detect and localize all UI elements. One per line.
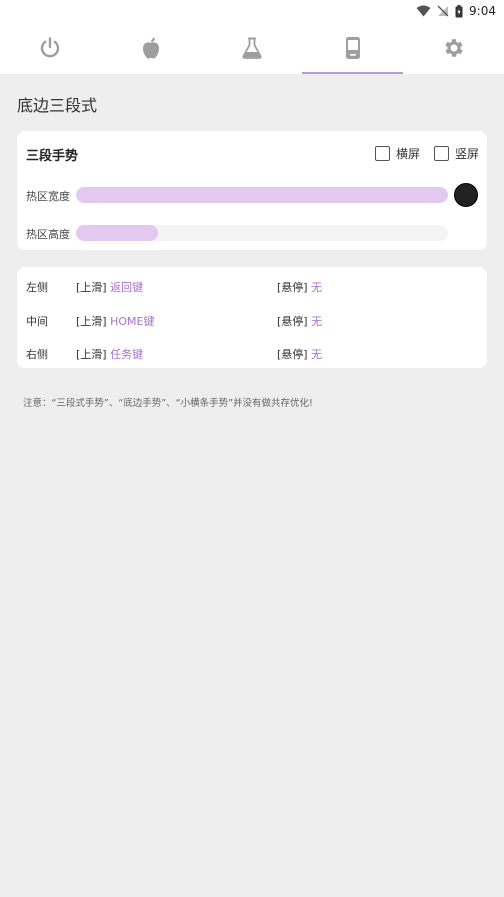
hover-action-value[interactable]: 无 bbox=[311, 348, 322, 361]
coexist-note: 注意：“三段式手势”、“底边手势”、“小横条手势”并没有做共存优化! bbox=[23, 398, 313, 409]
hover-prefix: [悬停] bbox=[277, 281, 308, 294]
swipe-prefix: [上滑] bbox=[76, 315, 107, 328]
tab-settings[interactable] bbox=[403, 22, 504, 74]
action-row-right: 右侧 [上滑] 任务键 [悬停] 无 bbox=[17, 337, 487, 367]
action-position: 中间 bbox=[26, 315, 48, 328]
hover-action[interactable]: [悬停] 无 bbox=[277, 346, 322, 362]
gesture-actions-card: 左侧 [上滑] 返回键 [悬停] 无 中间 [上滑] HOME键 [悬停] 无 … bbox=[17, 267, 487, 368]
portrait-checkbox[interactable]: 竖屏 bbox=[434, 145, 479, 162]
status-bar: 9:04 bbox=[0, 0, 504, 22]
landscape-checkbox-label: 横屏 bbox=[396, 147, 421, 161]
swipe-prefix: [上滑] bbox=[76, 281, 107, 294]
hover-prefix: [悬停] bbox=[277, 348, 308, 361]
gesture-card-title: 三段手势 bbox=[26, 149, 79, 164]
hotzone-width-slider[interactable] bbox=[76, 187, 448, 203]
tab-power[interactable] bbox=[0, 22, 101, 74]
hotzone-width-thumb[interactable] bbox=[454, 183, 478, 207]
action-position: 右侧 bbox=[26, 348, 48, 361]
hover-action-value[interactable]: 无 bbox=[311, 315, 322, 328]
hover-action[interactable]: [悬停] 无 bbox=[277, 313, 322, 329]
action-row-left: 左侧 [上滑] 返回键 [悬停] 无 bbox=[17, 270, 487, 300]
portrait-checkbox-box[interactable] bbox=[434, 146, 449, 161]
swipe-action-value[interactable]: 返回键 bbox=[110, 281, 143, 294]
landscape-checkbox[interactable]: 横屏 bbox=[375, 145, 420, 162]
battery-icon bbox=[455, 4, 463, 17]
swipe-prefix: [上滑] bbox=[76, 348, 107, 361]
hover-prefix: [悬停] bbox=[277, 315, 308, 328]
power-icon bbox=[41, 37, 60, 58]
gear-icon bbox=[444, 39, 463, 57]
apple-icon bbox=[143, 37, 160, 59]
swipe-action-value[interactable]: HOME键 bbox=[110, 315, 154, 328]
tab-gesture[interactable] bbox=[302, 22, 403, 74]
flask-icon bbox=[242, 37, 262, 59]
hover-action-value[interactable]: 无 bbox=[311, 281, 322, 294]
action-row-middle: 中间 [上滑] HOME键 [悬停] 无 bbox=[17, 304, 487, 334]
wifi-icon bbox=[416, 5, 431, 17]
portrait-checkbox-label: 竖屏 bbox=[455, 147, 480, 161]
hotzone-width-label: 热区宽度 bbox=[26, 190, 70, 203]
hotzone-height-label: 热区高度 bbox=[26, 228, 70, 241]
tab-lab[interactable] bbox=[202, 22, 303, 74]
tab-apple[interactable] bbox=[101, 22, 202, 74]
gesture-settings-card: 三段手势 横屏 竖屏 热区宽度 热区高度 bbox=[17, 131, 487, 250]
action-position: 左侧 bbox=[26, 281, 48, 294]
no-signal-icon bbox=[437, 5, 449, 17]
tab-bar bbox=[0, 22, 504, 74]
hotzone-height-slider[interactable] bbox=[76, 225, 448, 241]
section-title: 底边三段式 bbox=[17, 96, 98, 115]
hover-action[interactable]: [悬停] 无 bbox=[277, 279, 322, 295]
hotzone-width-fill bbox=[76, 187, 448, 203]
swipe-action-value[interactable]: 任务键 bbox=[110, 348, 143, 361]
status-time: 9:04 bbox=[469, 4, 496, 18]
landscape-checkbox-box[interactable] bbox=[375, 146, 390, 161]
swipe-action[interactable]: [上滑] HOME键 bbox=[76, 313, 154, 329]
hotzone-height-fill bbox=[76, 225, 158, 241]
swipe-action[interactable]: [上滑] 任务键 bbox=[76, 346, 143, 362]
swipe-action[interactable]: [上滑] 返回键 bbox=[76, 279, 143, 295]
phone-icon bbox=[345, 37, 360, 59]
